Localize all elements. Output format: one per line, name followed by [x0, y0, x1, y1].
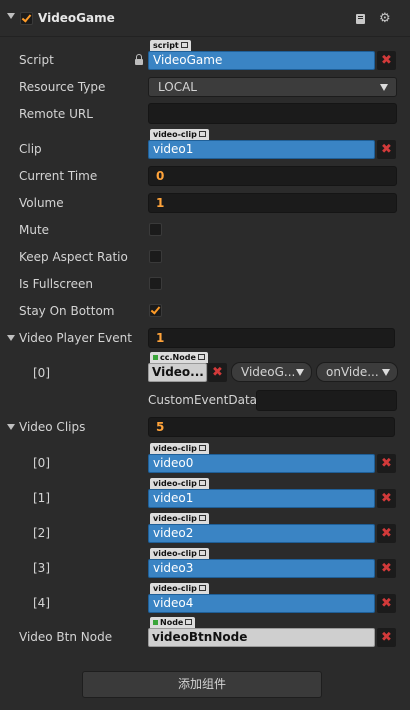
node-icon [153, 620, 158, 625]
volume-input[interactable]: 1 [148, 193, 397, 213]
external-link-icon[interactable] [198, 131, 206, 137]
event-index-label: [0] [33, 366, 50, 380]
lock-icon [135, 54, 143, 65]
event-component-select[interactable]: VideoG... [231, 362, 312, 382]
clip-item-field[interactable]: video2 [148, 524, 375, 543]
clip-type-tag: video-clip [150, 129, 209, 140]
node-icon [153, 355, 158, 360]
event-handler-select[interactable]: onVide... [316, 362, 398, 382]
clear-x-icon[interactable]: ✖ [377, 489, 396, 508]
clip-type-tag: video-clip [150, 548, 209, 559]
resource-type-select[interactable]: LOCAL [148, 77, 397, 97]
clear-x-icon[interactable]: ✖ [377, 51, 396, 70]
component-header: VideoGame ⚙ [0, 0, 410, 36]
component-title: VideoGame [38, 11, 115, 25]
header-divider [0, 36, 410, 37]
custom-event-data-input[interactable] [256, 390, 397, 411]
script-field[interactable]: VideoGame [148, 51, 375, 70]
custom-event-data-label: CustomEventData [148, 393, 258, 407]
clip-field[interactable]: video1 [148, 140, 375, 159]
clip-index-label: [2] [33, 526, 50, 540]
collapse-arrow-icon[interactable] [7, 424, 15, 430]
event-handler-value: onVide... [326, 365, 379, 379]
clip-item-field[interactable]: video1 [148, 489, 375, 508]
stay-on-bottom-checkbox[interactable] [149, 304, 162, 317]
dropdown-arrow-icon [382, 369, 390, 376]
node-type-tag: Node [150, 617, 196, 628]
resource-type-label: Resource Type [19, 80, 106, 94]
collapse-arrow-icon[interactable] [7, 335, 15, 341]
clear-x-icon[interactable]: ✖ [377, 559, 396, 578]
script-label: Script [19, 53, 54, 67]
checkmark-icon [21, 12, 32, 23]
video-player-event-label: Video Player Event [19, 331, 132, 345]
mute-label: Mute [19, 223, 50, 237]
resource-type-value: LOCAL [158, 80, 197, 94]
clear-x-icon[interactable]: ✖ [377, 454, 396, 473]
video-player-event-count[interactable]: 1 [148, 328, 395, 348]
external-link-icon[interactable] [198, 445, 206, 451]
add-component-button[interactable]: 添加组件 [82, 671, 322, 698]
clip-type-tag: video-clip [150, 443, 209, 454]
clip-item-field[interactable]: video0 [148, 454, 375, 473]
external-link-icon[interactable] [180, 42, 188, 48]
checkmark-icon [150, 304, 161, 315]
video-btn-node-label: Video Btn Node [19, 630, 113, 644]
clear-x-icon[interactable]: ✖ [377, 594, 396, 613]
dropdown-arrow-icon [380, 84, 388, 91]
clip-index-label: [0] [33, 456, 50, 470]
is-fullscreen-label: Is Fullscreen [19, 277, 94, 291]
event-target-node-field[interactable]: Video... [148, 363, 207, 382]
collapse-arrow-icon[interactable] [7, 13, 15, 19]
script-type-tag: script [150, 40, 191, 51]
stay-on-bottom-label: Stay On Bottom [19, 304, 115, 318]
video-clips-count[interactable]: 5 [148, 417, 395, 437]
volume-label: Volume [19, 196, 64, 210]
external-link-icon[interactable] [197, 354, 205, 360]
is-fullscreen-checkbox[interactable] [149, 277, 162, 290]
event-component-value: VideoG... [241, 365, 296, 379]
clear-x-icon[interactable]: ✖ [377, 628, 396, 647]
remote-url-label: Remote URL [19, 107, 93, 121]
clip-item-field[interactable]: video4 [148, 594, 375, 613]
remote-url-input[interactable] [148, 103, 397, 124]
event-node-type-tag: cc.Node [150, 352, 208, 363]
video-clips-label: Video Clips [19, 420, 86, 434]
clip-index-label: [1] [33, 491, 50, 505]
keep-aspect-ratio-checkbox[interactable] [149, 250, 162, 263]
external-link-icon[interactable] [198, 585, 206, 591]
external-link-icon[interactable] [198, 480, 206, 486]
current-time-input[interactable]: 0 [148, 166, 397, 186]
clip-index-label: [4] [33, 596, 50, 610]
gear-icon[interactable]: ⚙ [379, 11, 391, 27]
clip-item-field[interactable]: video3 [148, 559, 375, 578]
clear-x-icon[interactable]: ✖ [377, 524, 396, 543]
external-link-icon[interactable] [198, 550, 206, 556]
mute-checkbox[interactable] [149, 223, 162, 236]
keep-aspect-ratio-label: Keep Aspect Ratio [19, 250, 128, 264]
external-link-icon[interactable] [198, 515, 206, 521]
clip-index-label: [3] [33, 561, 50, 575]
current-time-label: Current Time [19, 169, 98, 183]
dropdown-arrow-icon [296, 369, 304, 376]
external-link-icon[interactable] [185, 619, 193, 625]
clear-x-icon[interactable]: ✖ [377, 140, 396, 159]
clip-type-tag: video-clip [150, 583, 209, 594]
component-enabled-checkbox[interactable] [20, 12, 33, 25]
clear-x-icon[interactable]: ✖ [208, 363, 227, 382]
clip-type-tag: video-clip [150, 478, 209, 489]
clip-label: Clip [19, 142, 42, 156]
video-btn-node-field[interactable]: videoBtnNode [148, 628, 375, 647]
clip-type-tag: video-clip [150, 513, 209, 524]
book-icon[interactable] [356, 14, 365, 24]
